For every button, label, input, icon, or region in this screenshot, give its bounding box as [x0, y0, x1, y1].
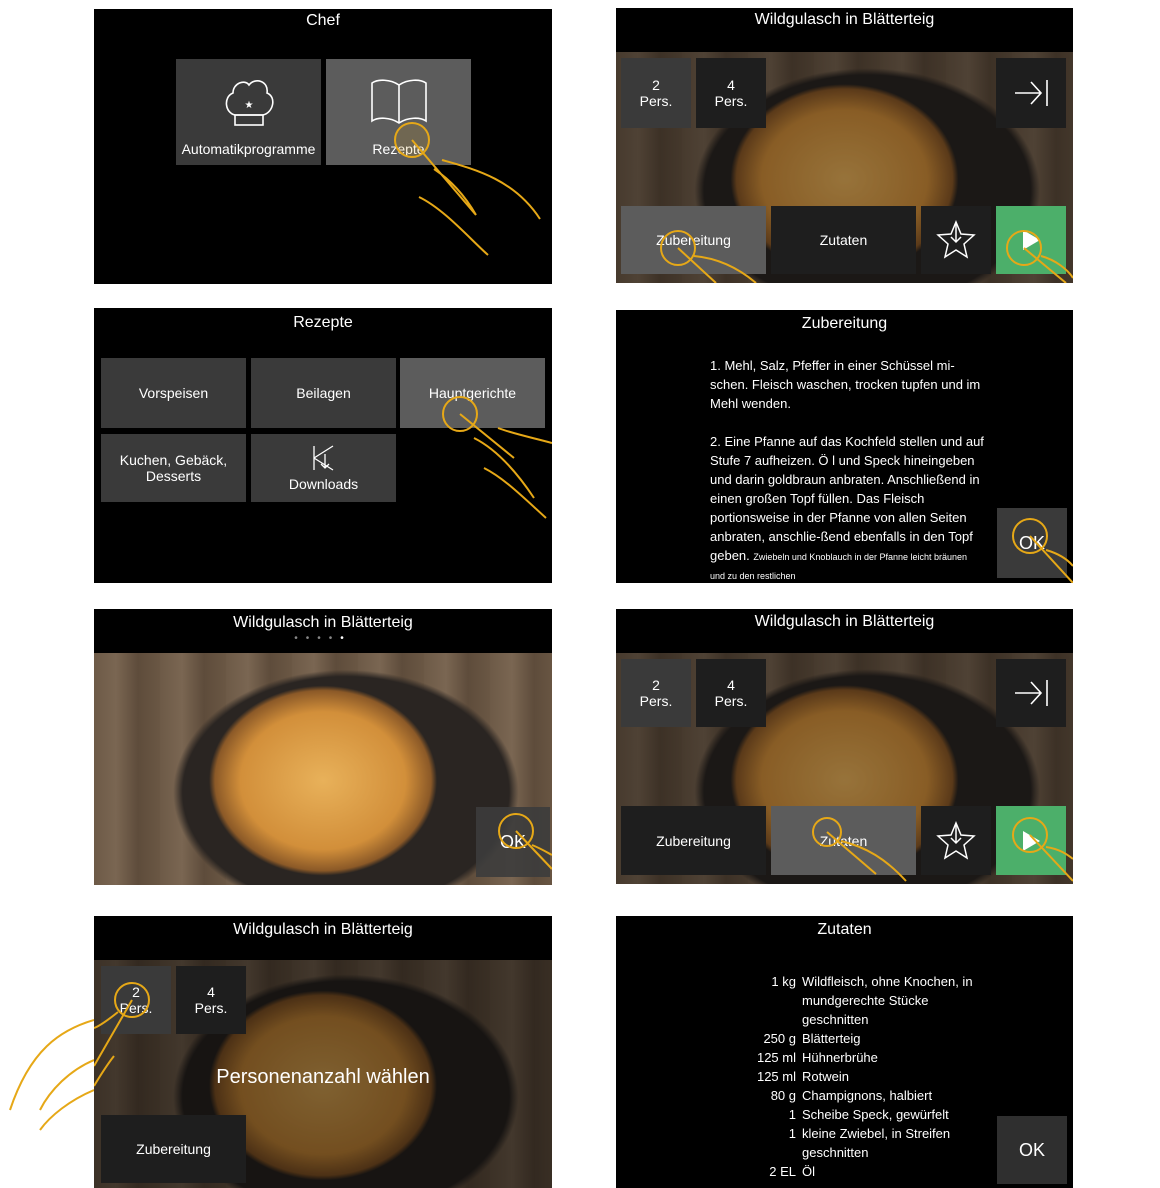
- touch-hand-icon: [9, 1019, 94, 1131]
- automatic-programs-tile[interactable]: ★ Automatikprogramme: [176, 59, 321, 165]
- ingredient-description: Champignons, halbiert: [802, 1088, 933, 1103]
- tile-label: Automatikprogramme: [181, 141, 316, 157]
- ingredient-description: Öl: [802, 1164, 815, 1179]
- ingredient-quantity: 125 ml: [756, 1069, 796, 1084]
- start-button[interactable]: [996, 206, 1066, 274]
- category-main-dishes[interactable]: Hauptgerichte: [400, 358, 545, 428]
- ingredient-quantity: 80 g: [770, 1088, 796, 1103]
- ingredient-description: Hühnerbrühe: [802, 1050, 878, 1065]
- category-cakes-desserts[interactable]: Kuchen, Gebäck, Desserts: [101, 434, 246, 502]
- page-title: Wildgulasch in Blätterteig: [754, 11, 935, 28]
- downloads-tile[interactable]: Downloads: [251, 434, 396, 502]
- step-1: 1. Mehl, Salz, Pfeffer in einer Schüssel…: [710, 358, 981, 411]
- page-title: Chef: [306, 12, 340, 29]
- svg-text:★: ★: [244, 100, 253, 111]
- star-add-icon: [936, 220, 976, 259]
- persons-2-button[interactable]: 2 Pers.: [101, 966, 171, 1034]
- ingredient-row: 1 Scheibe Speck, gewürfelt: [706, 1105, 986, 1124]
- ok-button[interactable]: OK: [997, 1116, 1067, 1184]
- ingredients-button[interactable]: Zutaten: [771, 806, 916, 875]
- skip-to-end-icon: [1015, 80, 1048, 106]
- skip-button[interactable]: [996, 58, 1066, 128]
- page-title: Wildgulasch in Blätterteig: [233, 614, 413, 631]
- preparation-button[interactable]: Zubereitung: [101, 1115, 246, 1183]
- ingredient-description: Rotwein: [802, 1069, 849, 1084]
- persons-2-button[interactable]: 2 Pers.: [621, 659, 691, 727]
- favorite-button[interactable]: [921, 206, 991, 274]
- screen-recipes: Rezepte Vorspeisen Beilagen Hauptgericht…: [94, 308, 552, 583]
- ingredient-description: Wildfleisch, ohne Knochen, in mundgerech…: [802, 974, 973, 1027]
- ingredient-description: Scheibe Speck, gewürfelt: [802, 1107, 949, 1122]
- ingredient-row: 1 kg Wildfleisch, ohne Knochen, in mundge…: [706, 972, 986, 1029]
- screen-recipe-detail-1: Wildgulasch in Blätterteig 2 Pers. 4 Pers.…: [616, 8, 1073, 283]
- book-icon: [370, 79, 427, 124]
- start-button[interactable]: [996, 806, 1066, 875]
- ingredients-list: 1 kg Wildfleisch, ohne Knochen, in mundge…: [706, 972, 986, 1181]
- touch-hand-icon: [394, 122, 541, 256]
- recipes-tile[interactable]: Rezepte: [326, 59, 471, 165]
- persons-2-button[interactable]: 2 Pers.: [621, 58, 691, 128]
- skip-to-end-icon: [1015, 680, 1048, 706]
- preparation-button[interactable]: Zubereitung: [621, 806, 766, 875]
- favorite-button[interactable]: [921, 806, 991, 875]
- ok-button[interactable]: OK: [476, 807, 550, 877]
- screen-recipe-detail-2: Wildgulasch in Blätterteig 2 Pers. 4 Pers.…: [616, 609, 1073, 884]
- preparation-button[interactable]: Zubereitung: [621, 206, 766, 274]
- download-logo-icon: [312, 445, 333, 471]
- persons-4-button[interactable]: 4 Pers.: [696, 58, 766, 128]
- screen-ingredients: Zutaten 1 kg Wildfleisch, ohne Knochen, i…: [616, 916, 1073, 1188]
- ingredient-quantity: 1: [788, 1126, 796, 1141]
- persons-4-button[interactable]: 4 Pers.: [176, 966, 246, 1034]
- page-title: Zubereitung: [801, 315, 888, 332]
- play-icon: [1023, 230, 1040, 250]
- ingredient-row: 125 ml Hühnerbrühe: [706, 1048, 986, 1067]
- page-title: Wildgulasch in Blätterteig: [233, 921, 413, 938]
- screen-preparation: Zubereitung 1. Mehl, Salz, Pfeffer in ei…: [616, 310, 1073, 583]
- screen-choose-persons: Wildgulasch in Blätterteig 2 Pers. 4 Pers.…: [94, 916, 552, 1188]
- persons-4-button[interactable]: 4 Pers.: [696, 659, 766, 727]
- choose-persons-hint: Personenanzahl wählen: [216, 1066, 430, 1088]
- page-title: Wildgulasch in Blätterteig: [754, 613, 935, 630]
- ingredient-description: Blätterteig: [802, 1031, 861, 1046]
- ingredient-row: 1 kleine Zwiebel, in Streifen geschnitten: [706, 1124, 986, 1162]
- screen-chef: Chef ★ Automatikprogramme Rezepte: [94, 9, 552, 284]
- ok-button[interactable]: OK: [997, 508, 1067, 578]
- ingredient-quantity: 125 ml: [756, 1050, 796, 1065]
- ingredient-quantity: 250 g: [763, 1031, 796, 1046]
- step-2: 2. Eine Pfanne auf das Kochfeld stellen …: [710, 434, 984, 581]
- ingredients-button[interactable]: Zutaten: [771, 206, 916, 274]
- skip-button[interactable]: [996, 659, 1066, 727]
- category-starters[interactable]: Vorspeisen: [101, 358, 246, 428]
- tile-label: Rezepte: [372, 141, 425, 157]
- page-title: Rezepte: [293, 314, 353, 331]
- ingredient-quantity: 1 kg: [771, 974, 796, 989]
- page-indicator: •••••: [294, 633, 352, 644]
- category-sides[interactable]: Beilagen: [251, 358, 396, 428]
- ingredient-quantity: 2 EL: [769, 1164, 796, 1179]
- page-title: Zutaten: [817, 921, 872, 938]
- ingredient-quantity: 1: [788, 1107, 796, 1122]
- preparation-text: 1. Mehl, Salz, Pfeffer in einer Schüssel…: [710, 356, 984, 583]
- ingredient-row: 80 g Champignons, halbiert: [706, 1086, 986, 1105]
- chef-hat-icon: ★: [225, 80, 274, 126]
- ingredient-row: 2 EL Öl: [706, 1162, 986, 1181]
- ingredient-description: kleine Zwiebel, in Streifen geschnitten: [802, 1126, 951, 1160]
- screen-recipe-image: Wildgulasch in Blätterteig ••••• OK: [94, 609, 552, 885]
- ingredient-row: 125 ml Rotwein: [706, 1067, 986, 1086]
- play-icon: [1023, 830, 1040, 851]
- ingredient-row: 250 g Blätterteig: [706, 1029, 986, 1048]
- star-add-icon: [936, 820, 976, 860]
